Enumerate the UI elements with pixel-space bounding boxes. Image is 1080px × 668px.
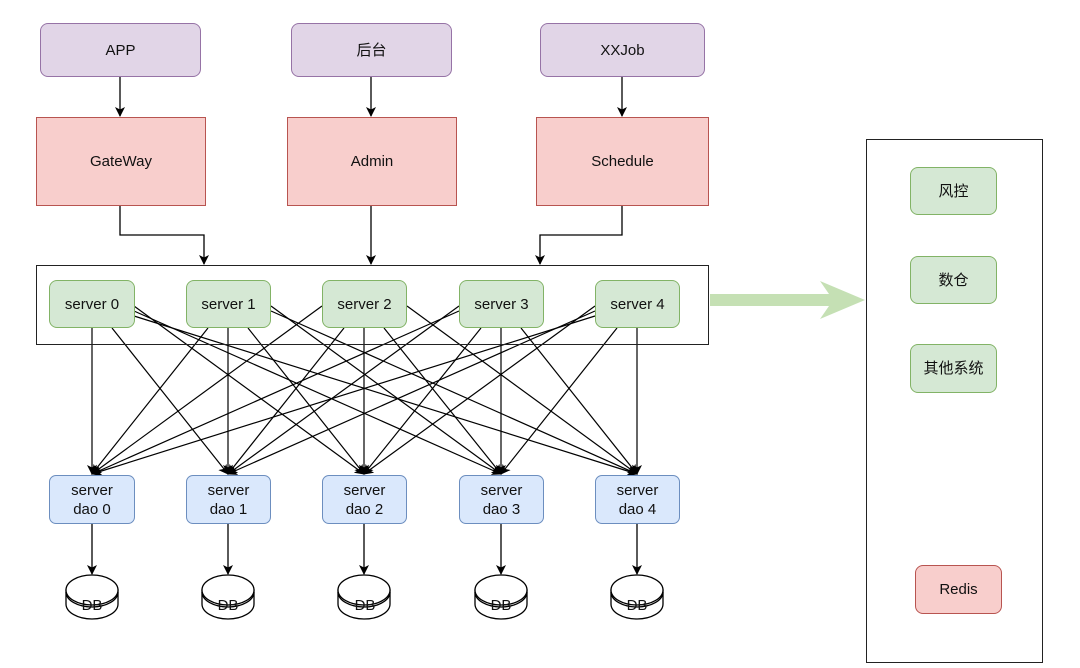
- db-2-label: DB: [354, 597, 376, 614]
- big-green-arrow: [710, 281, 865, 319]
- db-4-label: DB: [626, 597, 648, 614]
- server-1-label: server 1: [201, 295, 256, 313]
- server-4-label: server 4: [610, 295, 665, 313]
- ext-other-systems[interactable]: 其他系统: [910, 344, 997, 393]
- ext-redis[interactable]: Redis: [915, 565, 1002, 614]
- ext-risk-control[interactable]: 风控: [910, 167, 997, 215]
- server-dao-2-label: server dao 2: [343, 481, 386, 518]
- edge-server-0-to-dao-1: [111, 327, 229, 475]
- server-dao-1[interactable]: server dao 1: [186, 475, 271, 524]
- ext-other-systems-label: 其他系统: [923, 360, 984, 377]
- entry-gateway[interactable]: GateWay: [36, 117, 206, 206]
- client-xxjob-label: XXJob: [600, 41, 645, 59]
- ext-risk-control-label: 风控: [938, 182, 969, 200]
- entry-admin-label: Admin: [350, 153, 394, 170]
- server-3[interactable]: server 3: [459, 280, 544, 328]
- entry-schedule[interactable]: Schedule: [536, 117, 709, 206]
- server-3-label: server 3: [474, 295, 529, 313]
- db-0-label: DB: [81, 597, 103, 614]
- entry-admin[interactable]: Admin: [287, 117, 457, 206]
- server-dao-0[interactable]: server dao 0: [49, 475, 135, 524]
- client-app[interactable]: APP: [40, 23, 201, 77]
- entry-gateway-label: GateWay: [90, 153, 152, 170]
- server-0-label: server 0: [64, 295, 120, 313]
- server-4[interactable]: server 4: [595, 280, 680, 328]
- server-2-label: server 2: [337, 295, 392, 313]
- dao-db-edges: [87, 524, 642, 575]
- server-dao-2[interactable]: server dao 2: [322, 475, 407, 524]
- edge-server-3-to-dao-4: [520, 327, 638, 475]
- edge-schedule-to-servers: [535, 205, 623, 265]
- edge-gateway-to-servers: [119, 205, 209, 265]
- db-3-label: DB: [490, 597, 512, 614]
- client-houtai[interactable]: 后台: [291, 23, 452, 77]
- edge-server-1-to-dao-0: [91, 327, 209, 475]
- client-xxjob[interactable]: XXJob: [540, 23, 705, 77]
- edge-server-2-to-dao-1: [227, 327, 345, 475]
- edge-server-1-to-dao-2: [247, 327, 365, 475]
- server-0[interactable]: server 0: [49, 280, 135, 328]
- server-dao-1-label: server dao 1: [207, 481, 250, 518]
- ext-data-warehouse[interactable]: 数仓: [910, 256, 997, 304]
- ext-redis-label: Redis: [939, 581, 978, 598]
- server-2[interactable]: server 2: [322, 280, 407, 328]
- server-dao-3[interactable]: server dao 3: [459, 475, 544, 524]
- db-1-label: DB: [217, 597, 239, 614]
- entry-schedule-label: Schedule: [591, 153, 654, 170]
- client-app-label: APP: [105, 41, 136, 59]
- server-dao-4[interactable]: server dao 4: [595, 475, 680, 524]
- server-dao-4-label: server dao 4: [616, 481, 659, 518]
- server-dao-0-label: server dao 0: [71, 481, 113, 518]
- server-dao-3-label: server dao 3: [480, 481, 523, 518]
- server-1[interactable]: server 1: [186, 280, 271, 328]
- edge-server-4-to-dao-3: [500, 327, 618, 475]
- client-houtai-label: 后台: [356, 41, 387, 59]
- ext-data-warehouse-label: 数仓: [938, 271, 969, 289]
